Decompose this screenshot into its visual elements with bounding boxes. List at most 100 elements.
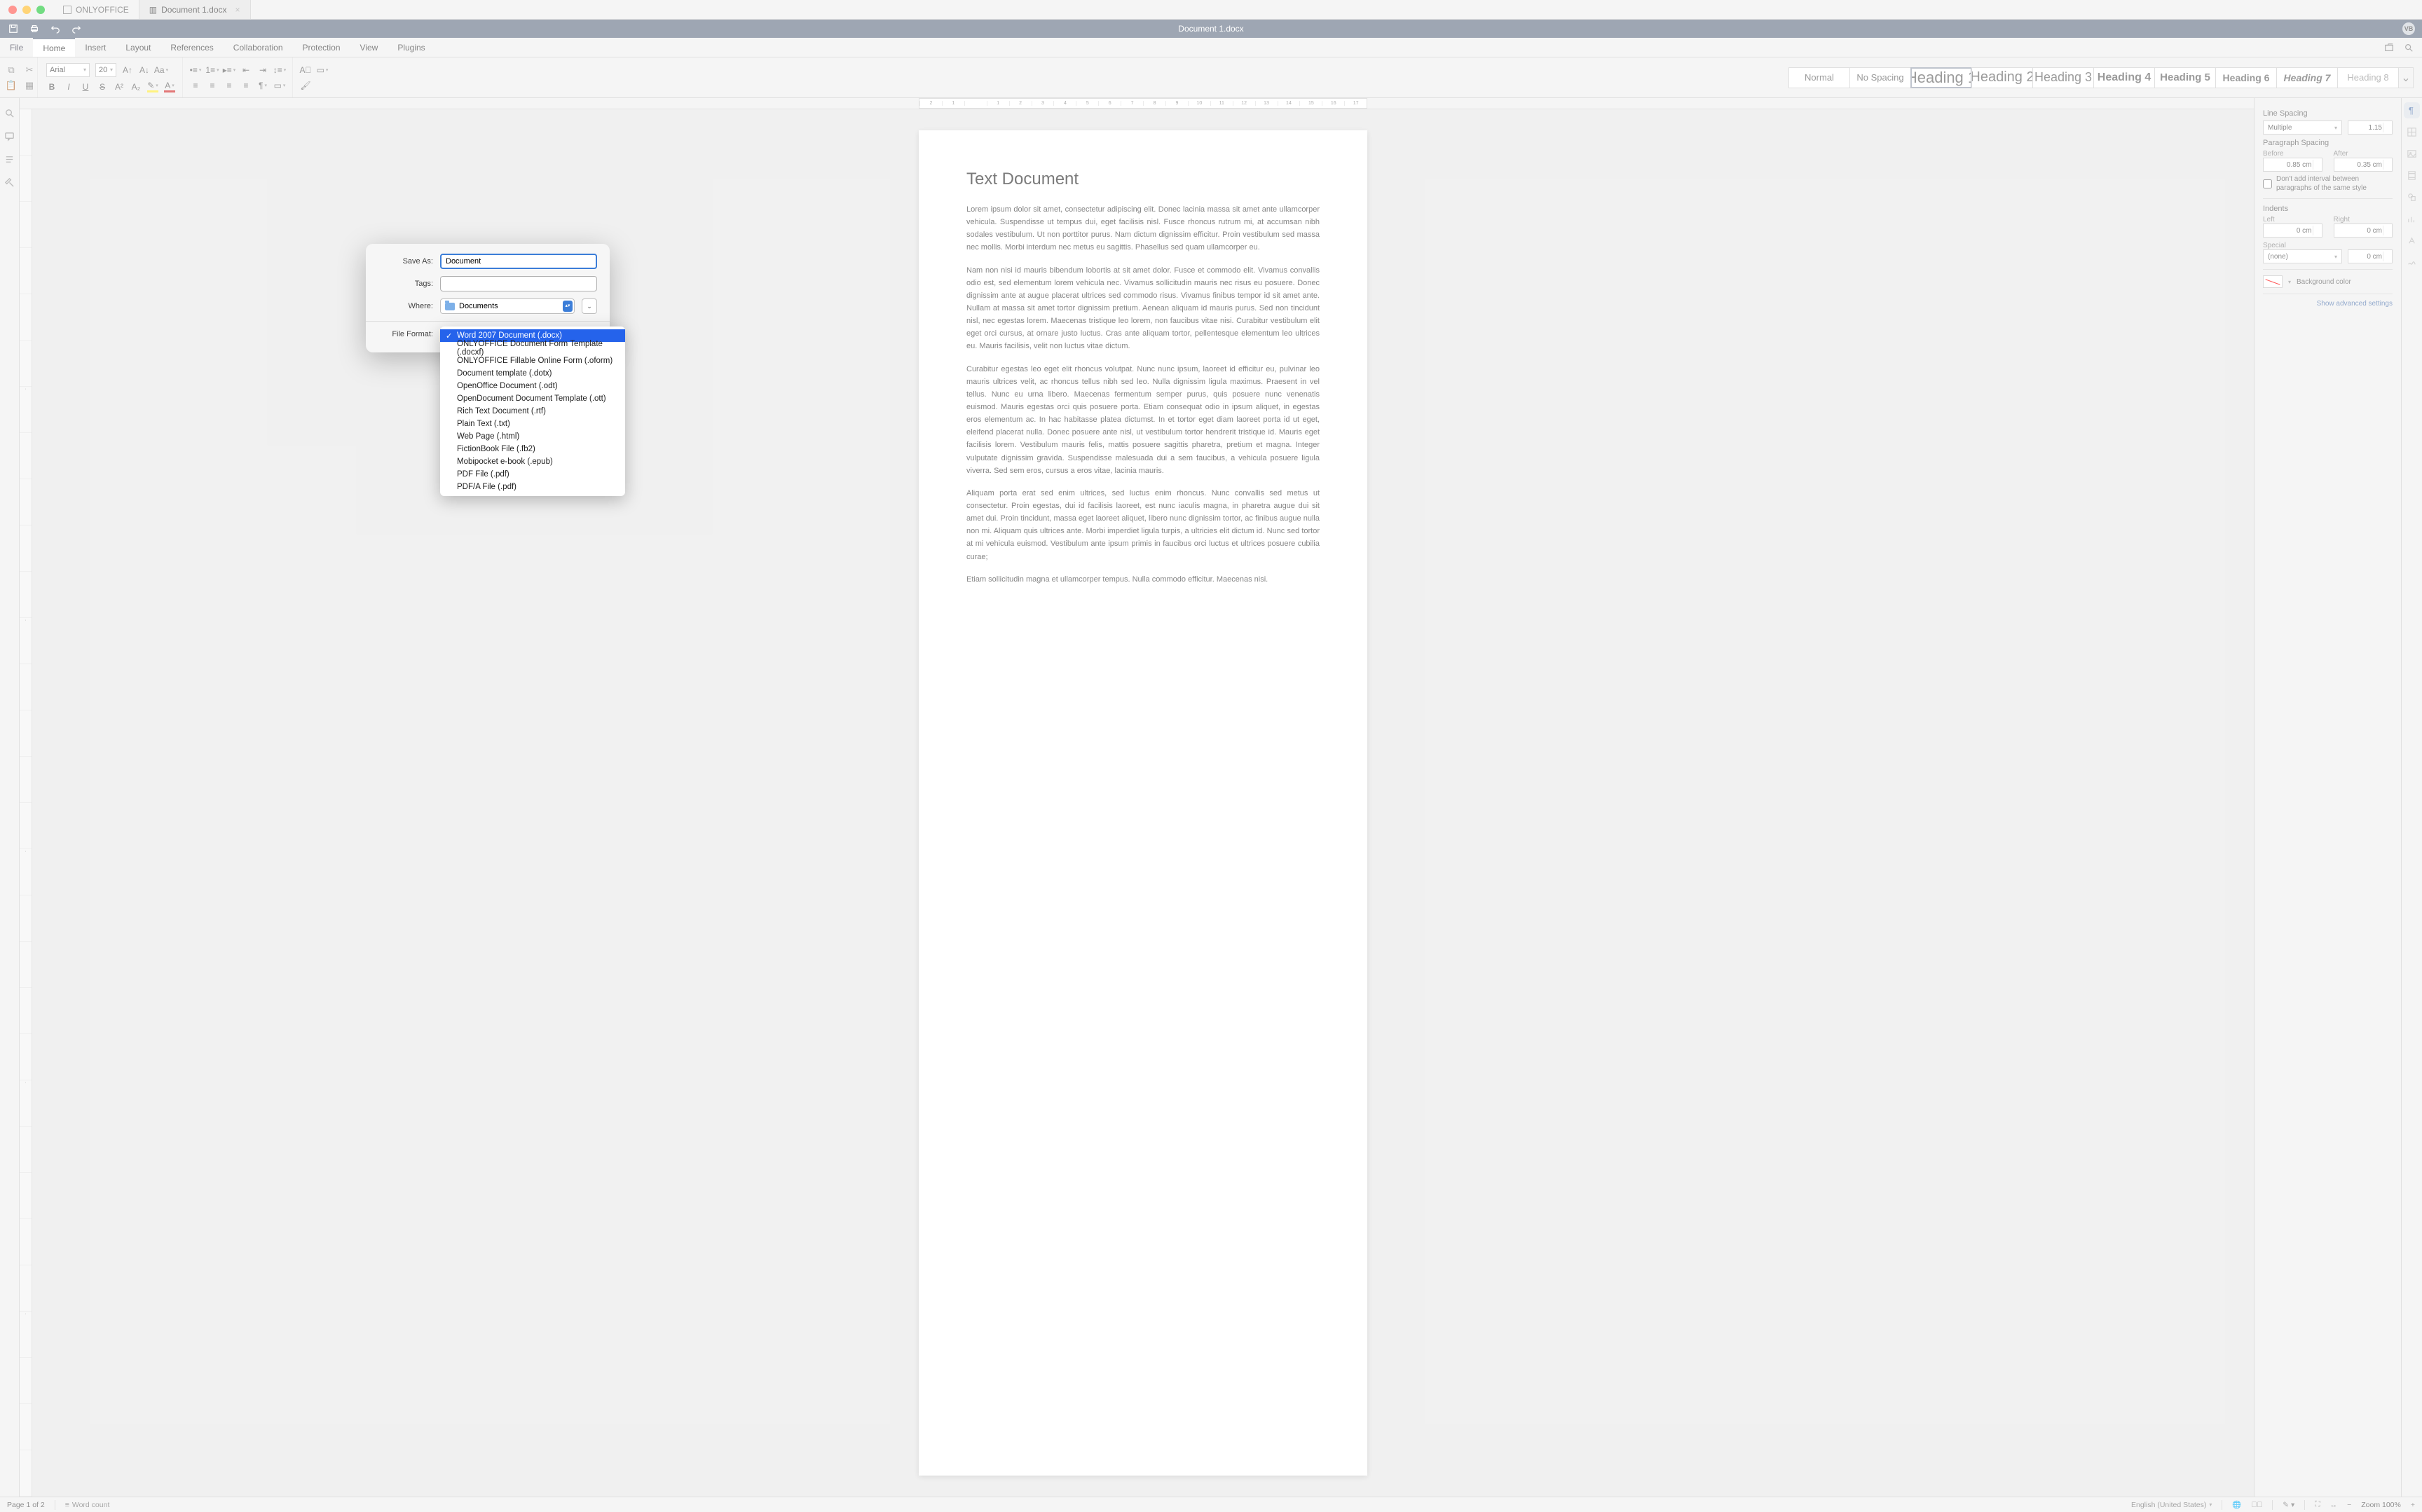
strikethrough-icon[interactable]: S — [97, 81, 108, 92]
fit-width-icon[interactable]: ↔ — [2330, 1501, 2338, 1509]
select-all-icon[interactable]: ▦ — [24, 80, 35, 91]
file-format-option[interactable]: PDF/A File (.pdf) — [440, 481, 625, 493]
file-format-option[interactable]: FictionBook File (.fb2) — [440, 443, 625, 455]
menu-file[interactable]: File — [0, 38, 33, 57]
indent-right-input[interactable]: 0 cm — [2334, 224, 2393, 238]
menu-view[interactable]: View — [350, 38, 388, 57]
redo-icon[interactable] — [71, 24, 81, 34]
undo-icon[interactable] — [50, 24, 60, 34]
style-gallery-expand[interactable]: ⌄ — [2398, 67, 2414, 88]
style-no-spacing[interactable]: No Spacing — [1849, 67, 1911, 88]
zoom-level[interactable]: Zoom 100% — [2361, 1501, 2401, 1509]
font-size-select[interactable]: 20▾ — [95, 63, 116, 77]
signature-icon[interactable] — [2407, 257, 2417, 268]
clear-style-icon[interactable]: A⃠ — [300, 64, 311, 76]
shape-icon[interactable] — [2407, 192, 2417, 202]
style-heading-6[interactable]: Heading 6 — [2215, 67, 2277, 88]
align-justify-icon[interactable]: ≡ — [240, 80, 252, 91]
header-footer-icon[interactable] — [2407, 170, 2417, 181]
numbering-icon[interactable]: 1≡ — [207, 64, 218, 76]
background-color-swatch[interactable] — [2263, 275, 2283, 288]
track-changes-icon[interactable]: ✎⃠ — [2251, 1501, 2262, 1509]
bullets-icon[interactable]: •≡ — [190, 64, 201, 76]
change-case-icon[interactable]: Aa — [156, 64, 167, 76]
fit-page-icon[interactable]: ⛶ — [2315, 1500, 2320, 1509]
tags-input[interactable] — [440, 276, 597, 291]
style-normal[interactable]: Normal — [1788, 67, 1850, 88]
save-icon[interactable] — [8, 24, 18, 34]
feedback-icon[interactable] — [4, 177, 15, 188]
insert-shape-icon[interactable]: ▭ — [317, 64, 328, 76]
nonprinting-icon[interactable]: ¶ — [257, 80, 268, 91]
vertical-ruler[interactable]: ····· — [20, 109, 32, 1497]
highlight-color-icon[interactable]: ✎ — [147, 81, 158, 92]
spacing-before-input[interactable]: 0.85 cm — [2263, 158, 2322, 172]
document-page[interactable]: Text Document Lorem ipsum dolor sit amet… — [919, 130, 1367, 1476]
search-icon[interactable] — [2404, 43, 2414, 53]
style-heading-8[interactable]: Heading 8 — [2337, 67, 2399, 88]
style-heading-3[interactable]: Heading 3 — [2032, 67, 2094, 88]
line-spacing-mode-select[interactable]: Multiple▾ — [2263, 121, 2342, 135]
increase-indent-icon[interactable]: ⇥ — [257, 64, 268, 76]
no-interval-checkbox[interactable]: Don't add interval between paragraphs of… — [2263, 174, 2393, 193]
bold-icon[interactable]: B — [46, 81, 57, 92]
style-heading-5[interactable]: Heading 5 — [2154, 67, 2216, 88]
expand-dialog-button[interactable]: ⌄ — [582, 298, 597, 314]
file-format-option[interactable]: ONLYOFFICE Document Form Template (.docx… — [440, 342, 625, 355]
font-name-select[interactable]: Arial▾ — [46, 63, 90, 77]
file-format-option[interactable]: Web Page (.html) — [440, 430, 625, 443]
app-tab-document[interactable]: ▥ Document 1.docx × — [139, 0, 251, 19]
spacing-after-input[interactable]: 0.35 cm — [2334, 158, 2393, 172]
comments-icon[interactable] — [4, 131, 15, 142]
underline-icon[interactable]: U — [80, 81, 91, 92]
style-heading-7[interactable]: Heading 7 — [2276, 67, 2338, 88]
table-icon[interactable] — [2407, 127, 2417, 137]
zoom-out-button[interactable]: − — [2347, 1501, 2351, 1509]
word-count-button[interactable]: ≡Word count — [65, 1501, 110, 1509]
minimize-window-button[interactable] — [22, 6, 31, 14]
style-heading-4[interactable]: Heading 4 — [2093, 67, 2155, 88]
language-select[interactable]: English (United States)▾ — [2131, 1501, 2212, 1509]
paste-icon[interactable]: 📋 — [6, 80, 17, 91]
paragraph-icon[interactable]: ¶ — [2407, 105, 2417, 116]
text-art-icon[interactable] — [2407, 235, 2417, 246]
headings-icon[interactable] — [4, 154, 15, 165]
horizontal-ruler[interactable]: 211234567891011121314151617 — [20, 98, 2254, 109]
print-icon[interactable] — [29, 24, 39, 34]
file-format-option[interactable]: OpenOffice Document (.odt) — [440, 380, 625, 392]
no-interval-checkbox-input[interactable] — [2263, 175, 2272, 193]
spellcheck-icon[interactable]: 🌐 — [2232, 1500, 2241, 1509]
app-tab-onlyoffice[interactable]: ONLYOFFICE — [53, 0, 139, 19]
zoom-in-button[interactable]: + — [2411, 1501, 2415, 1509]
save-as-filename-input[interactable] — [440, 254, 597, 269]
decrease-font-icon[interactable]: A↓ — [139, 64, 150, 76]
menu-collaboration[interactable]: Collaboration — [224, 38, 293, 57]
menu-home[interactable]: Home — [33, 38, 75, 57]
menu-layout[interactable]: Layout — [116, 38, 160, 57]
menu-plugins[interactable]: Plugins — [388, 38, 435, 57]
multilevel-icon[interactable]: ▸≡ — [224, 64, 235, 76]
file-format-option[interactable]: Mobipocket e-book (.epub) — [440, 455, 625, 468]
style-heading-2[interactable]: Heading 2 — [1971, 67, 2033, 88]
superscript-icon[interactable]: A² — [114, 81, 125, 92]
advanced-settings-link[interactable]: Show advanced settings — [2263, 300, 2393, 308]
align-center-icon[interactable]: ≡ — [207, 80, 218, 91]
menu-insert[interactable]: Insert — [75, 38, 116, 57]
copy-style-icon[interactable]: 🖌 — [300, 80, 311, 91]
maximize-window-button[interactable] — [36, 6, 45, 14]
find-icon[interactable] — [4, 108, 15, 118]
font-color-icon[interactable]: A — [164, 81, 175, 92]
close-window-button[interactable] — [8, 6, 17, 14]
indent-left-input[interactable]: 0 cm — [2263, 224, 2322, 238]
cut-icon[interactable]: ✂ — [24, 64, 35, 76]
file-format-option[interactable]: ONLYOFFICE Fillable Online Form (.oform) — [440, 355, 625, 367]
chart-icon[interactable] — [2407, 214, 2417, 224]
increase-font-icon[interactable]: A↑ — [122, 64, 133, 76]
status-page[interactable]: Page 1 of 2 — [7, 1501, 45, 1509]
copy-icon[interactable]: ⧉ — [6, 64, 17, 76]
special-indent-input[interactable]: 0 cm — [2348, 249, 2393, 263]
file-format-option[interactable]: OpenDocument Document Template (.ott) — [440, 392, 625, 405]
user-avatar[interactable]: VB — [2402, 22, 2415, 35]
line-spacing-icon[interactable]: ↕≡ — [274, 64, 285, 76]
align-right-icon[interactable]: ≡ — [224, 80, 235, 91]
